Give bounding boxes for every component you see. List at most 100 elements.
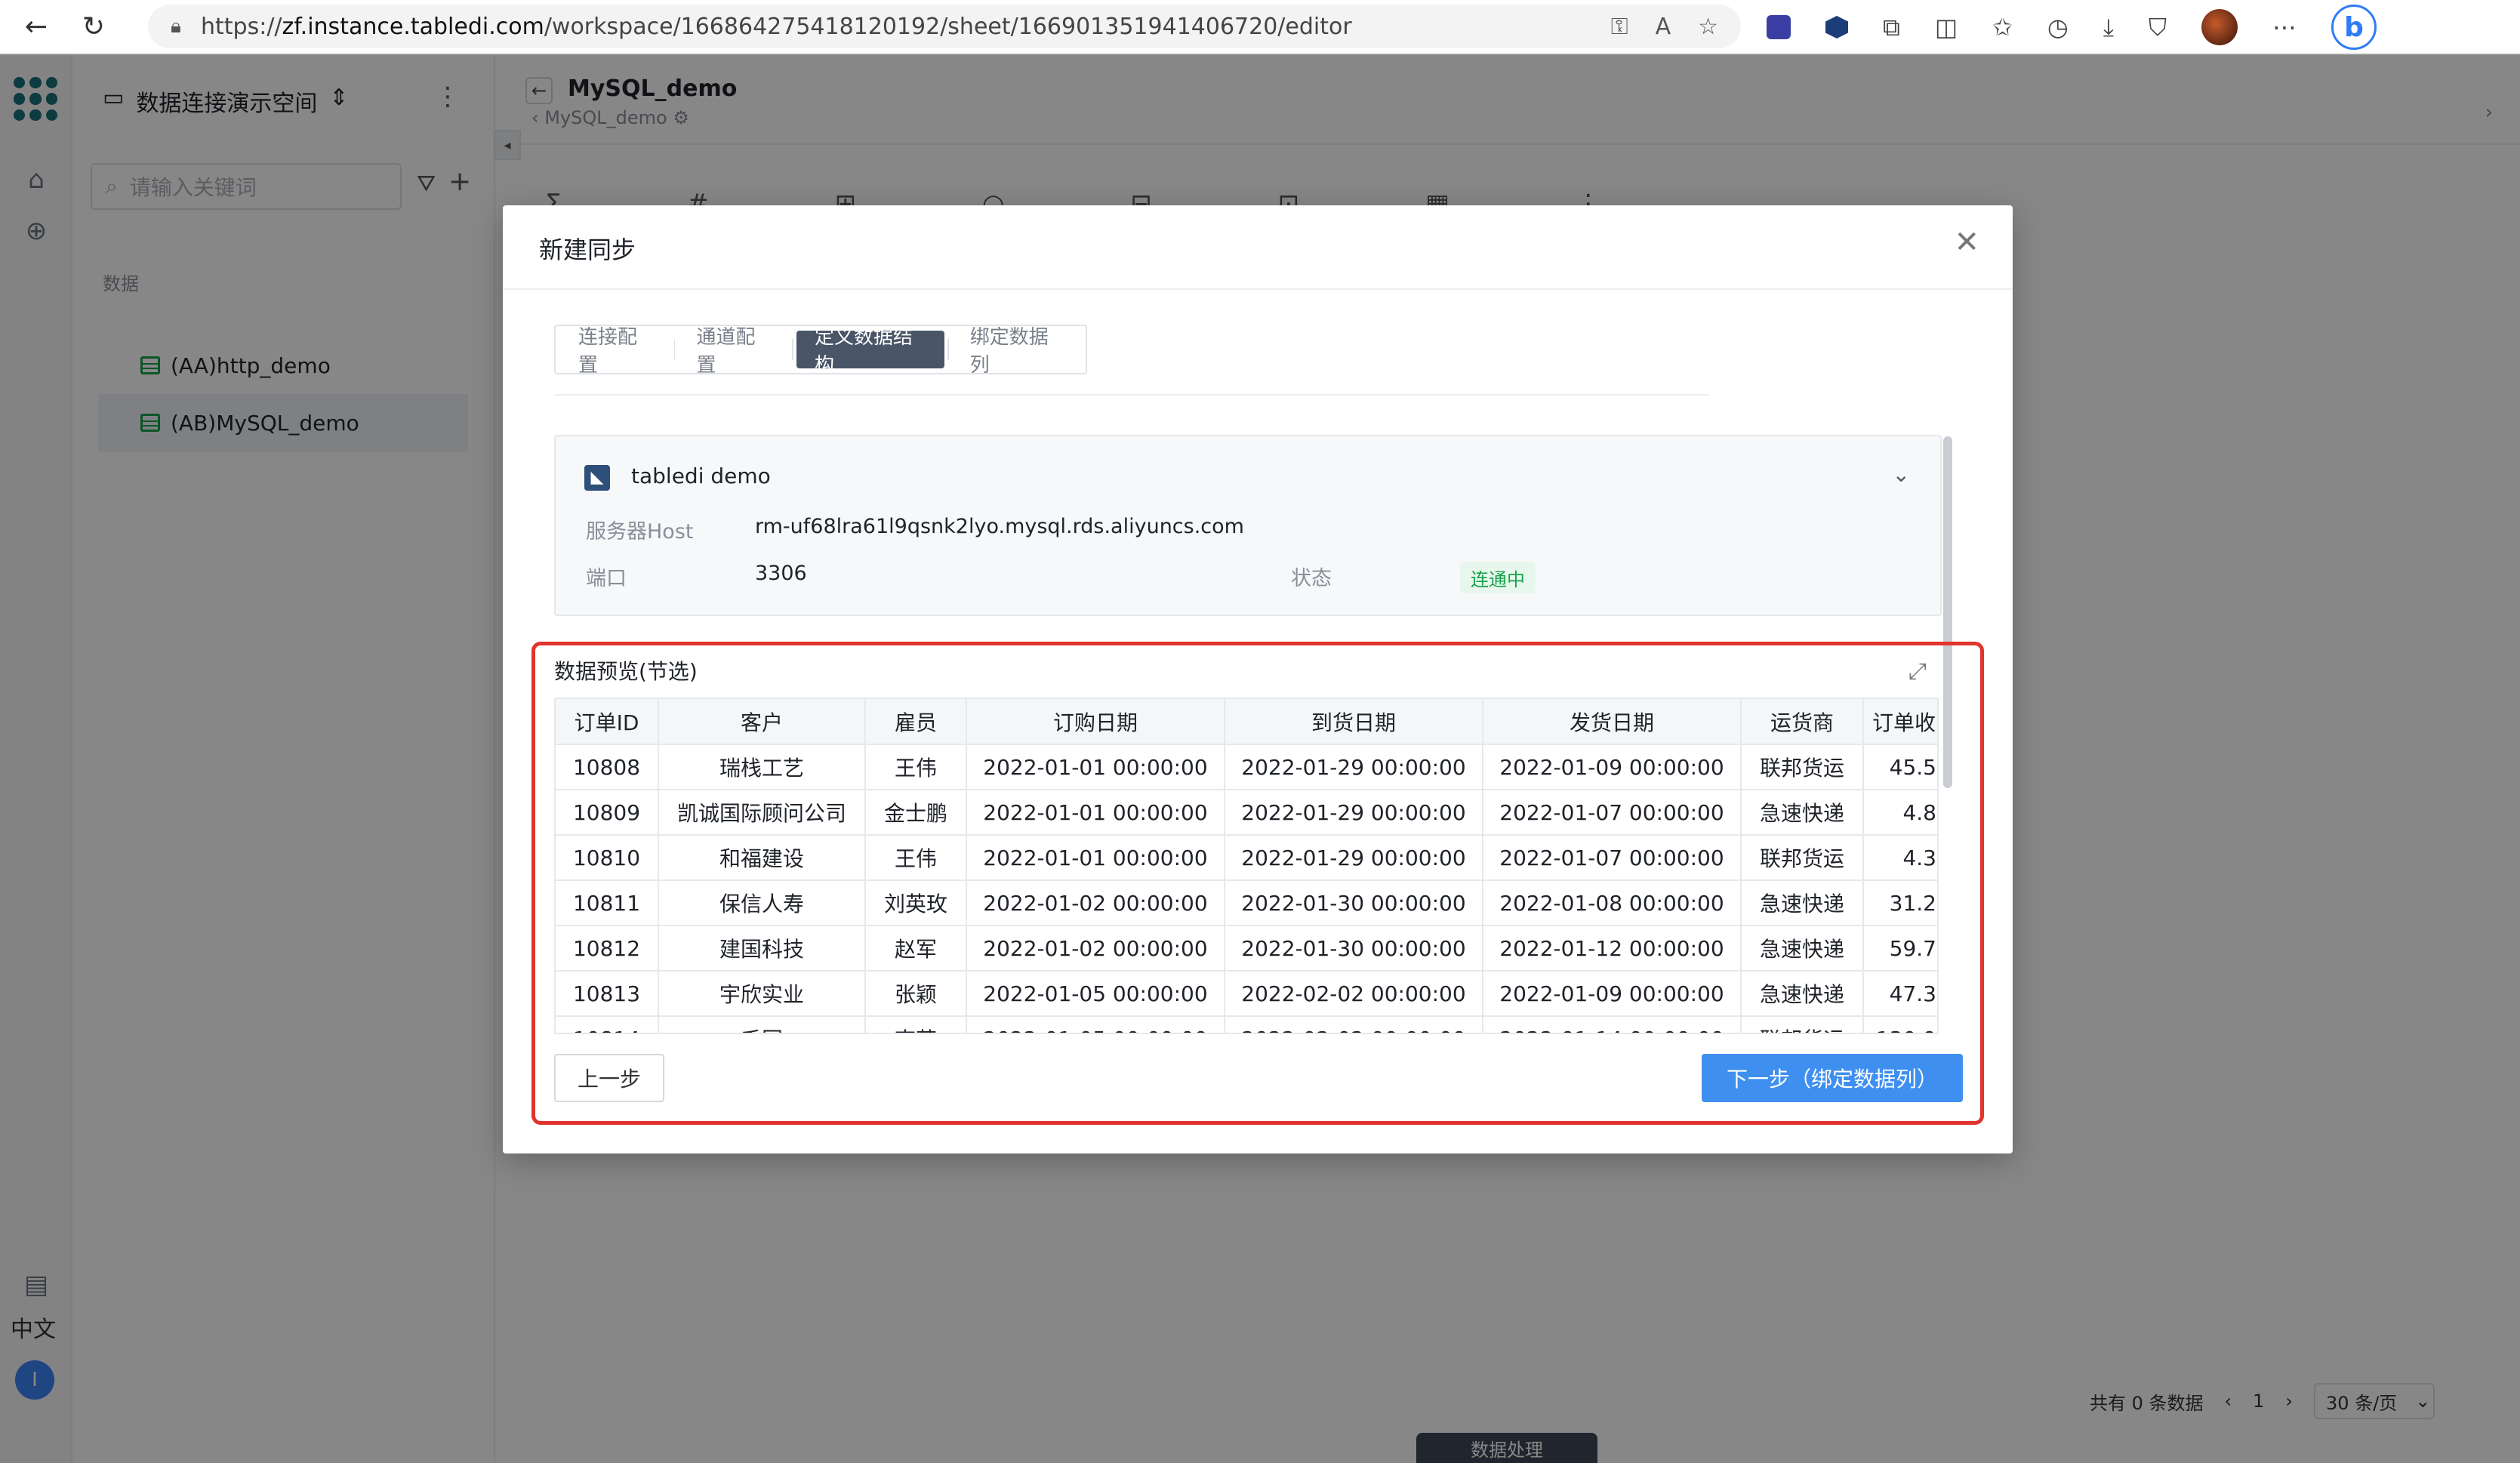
table-cell: 2022-01-30 00:00:00 <box>1225 880 1483 926</box>
divider <box>792 339 793 360</box>
table-cell: 联邦货运 <box>1741 835 1864 881</box>
puzzle-icon[interactable]: ⧉ <box>1883 13 1900 42</box>
favorites-icon[interactable]: ✩ <box>1992 13 2013 42</box>
table-cell: 2022-01-29 00:00:00 <box>1225 835 1483 881</box>
divider <box>554 394 1709 396</box>
table-cell: 45.5 <box>1863 744 1937 790</box>
address-bar[interactable]: 🔒︎ https://zf.instance.tabledi.com/works… <box>148 5 1741 48</box>
table-cell: 宇欣实业 <box>658 971 866 1017</box>
table-cell: 2022-01-14 00:00:00 <box>1483 1016 1742 1033</box>
preview-table: 订单ID 客户 雇员 订购日期 到货日期 发货日期 运货商 订单收 10808 … <box>554 698 1939 1034</box>
table-cell: 2022-01-05 00:00:00 <box>966 971 1225 1017</box>
column-header: 到货日期 <box>1225 699 1483 745</box>
port-label: 端口 <box>586 567 627 590</box>
table-cell: 2022-01-01 00:00:00 <box>966 744 1225 790</box>
step-tabs: 连接配置 通道配置 定义数据结构 绑定数据列 <box>554 325 1087 377</box>
table-cell: 10812 <box>556 926 659 972</box>
table-cell: 2022-01-05 00:00:00 <box>966 1016 1225 1033</box>
table-cell: 2022-02-02 00:00:00 <box>1225 971 1483 1017</box>
tab-connection-config[interactable]: 连接配置 <box>560 326 671 377</box>
table-cell: 10808 <box>556 744 659 790</box>
url-host: zf.instance.tabledi.com <box>282 13 544 40</box>
column-header: 发货日期 <box>1483 699 1742 745</box>
column-header: 订单收 <box>1863 699 1937 745</box>
table-cell: 2022-01-09 00:00:00 <box>1483 971 1742 1017</box>
key-icon[interactable]: ⚿ <box>1611 14 1628 40</box>
table-row: 10813 宇欣实业 张颖 2022-01-05 00:00:00 2022-0… <box>556 971 1937 1017</box>
table-cell: 2022-01-07 00:00:00 <box>1483 835 1742 881</box>
status-badge: 连通中 <box>1460 562 1536 593</box>
extension-icon[interactable] <box>1767 15 1791 39</box>
table-cell: 急速快递 <box>1741 971 1864 1017</box>
table-cell: 急速快递 <box>1741 880 1864 926</box>
chevron-down-icon[interactable]: ⌄ <box>1893 462 1910 487</box>
column-header: 雇员 <box>865 699 967 745</box>
divider <box>673 339 676 360</box>
table-cell: 130.9 <box>1863 1016 1937 1033</box>
url-prefix: https:// <box>201 13 282 40</box>
reload-icon[interactable]: ↻ <box>72 5 115 48</box>
tab-channel-config[interactable]: 通道配置 <box>678 326 789 377</box>
table-cell: 4.3 <box>1863 835 1937 881</box>
table-cell: 联邦货运 <box>1741 744 1864 790</box>
table-cell: 王伟 <box>865 835 967 881</box>
dialog-title: 新建同步 <box>539 236 636 264</box>
extension-hex-icon[interactable] <box>1825 16 1848 38</box>
table-cell: 4.8 <box>1863 790 1937 836</box>
table-cell: 李芳 <box>865 1016 967 1033</box>
table-cell: 10814 <box>556 1016 659 1033</box>
profile-avatar[interactable] <box>2201 9 2238 45</box>
table-row: 10810 和福建设 王伟 2022-01-01 00:00:00 2022-0… <box>556 835 1937 881</box>
table-cell: 王伟 <box>865 744 967 790</box>
table-cell: 赵军 <box>865 926 967 972</box>
table-cell: 2022-01-08 00:00:00 <box>1483 880 1742 926</box>
table-cell: 瑞栈工艺 <box>658 744 866 790</box>
prev-step-button[interactable]: 上一步 <box>554 1054 664 1102</box>
more-icon[interactable]: ⋯ <box>2272 13 2297 42</box>
table-cell: 47.3 <box>1863 971 1937 1017</box>
port-value: 3306 <box>755 562 807 585</box>
history-icon[interactable]: ◷ <box>2047 13 2069 42</box>
divider <box>947 339 949 360</box>
table-cell: 千固 <box>658 1016 866 1033</box>
expand-icon[interactable]: ⤢ <box>1908 658 1927 685</box>
back-arrow-icon[interactable]: ← <box>15 5 57 48</box>
host-value: rm-uf68lra61l9qsnk2lyo.mysql.rds.aliyunc… <box>755 515 1244 538</box>
table-cell: 2022-01-30 00:00:00 <box>1225 926 1483 972</box>
table-cell: 急速快递 <box>1741 926 1864 972</box>
table-cell: 保信人寿 <box>658 880 866 926</box>
shield-icon[interactable]: ⛉ <box>2149 13 2167 42</box>
table-cell: 联邦货运 <box>1741 1016 1864 1033</box>
bing-icon[interactable]: b <box>2331 5 2377 50</box>
lock-icon: 🔒︎ <box>171 14 181 38</box>
next-step-button[interactable]: 下一步（绑定数据列） <box>1702 1054 1963 1102</box>
download-icon[interactable]: ⤓ <box>2103 13 2114 42</box>
connection-name: tabledi demo <box>631 464 771 488</box>
split-screen-icon[interactable]: ◫ <box>1935 13 1958 42</box>
table-cell: 急速快递 <box>1741 790 1864 836</box>
table-row: 10812 建国科技 赵军 2022-01-02 00:00:00 2022-0… <box>556 926 1937 972</box>
favorite-add-icon[interactable]: ☆ <box>1698 14 1718 40</box>
table-cell: 2022-01-09 00:00:00 <box>1483 744 1742 790</box>
table-cell: 金士鹏 <box>865 790 967 836</box>
browser-toolbar: ← ↻ 🔒︎ https://zf.instance.tabledi.com/w… <box>0 0 2520 54</box>
table-cell: 2022-02-02 00:00:00 <box>1225 1016 1483 1033</box>
table-cell: 2022-01-02 00:00:00 <box>966 880 1225 926</box>
tab-define-structure[interactable]: 定义数据结构 <box>796 326 944 377</box>
column-header: 客户 <box>658 699 866 745</box>
table-header-row: 订单ID 客户 雇员 订购日期 到货日期 发货日期 运货商 订单收 <box>556 699 1937 745</box>
read-aloud-icon[interactable]: A <box>1656 14 1671 40</box>
table-cell: 2022-01-07 00:00:00 <box>1483 790 1742 836</box>
url-path: /workspace/1668642754181201­92/sheet/166… <box>544 13 1352 40</box>
mysql-icon: ◣ <box>584 465 610 491</box>
connection-card: ◣ tabledi demo ⌄ 服务器Host rm-uf68lra61l9q… <box>554 435 1942 616</box>
table-cell: 2022-01-12 00:00:00 <box>1483 926 1742 972</box>
table-cell: 10810 <box>556 835 659 881</box>
close-icon[interactable]: ✕ <box>1954 225 1979 260</box>
table-cell: 10813 <box>556 971 659 1017</box>
table-cell: 建国科技 <box>658 926 866 972</box>
tab-bind-columns[interactable]: 绑定数据列 <box>952 326 1081 377</box>
table-cell: 31.2 <box>1863 880 1937 926</box>
table-cell: 2022-01-29 00:00:00 <box>1225 744 1483 790</box>
divider <box>503 288 2013 290</box>
